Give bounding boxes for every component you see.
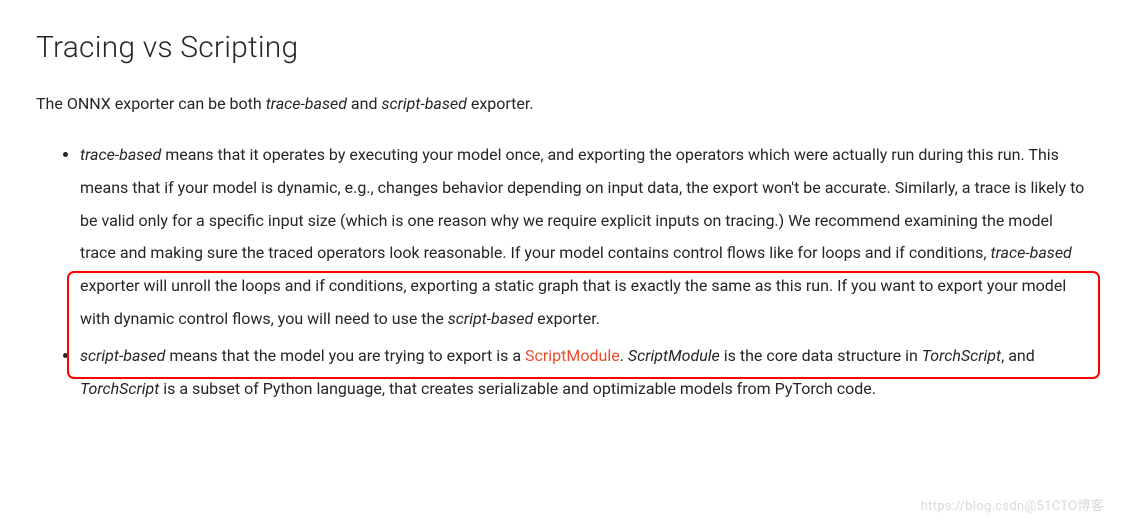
scriptmodule-link[interactable]: ScriptModule	[525, 346, 620, 365]
bullet2-t5: is a subset of Python language, that cre…	[159, 379, 876, 398]
intro-text-mid: and	[347, 94, 382, 113]
bullet2-t4: , and	[1001, 346, 1035, 365]
bullet2-em1: script-based	[80, 346, 165, 365]
watermark-text: https://blog.csdn@51CTO博客	[921, 495, 1104, 514]
list-item: trace-based means that it operates by ex…	[80, 139, 1086, 337]
intro-em1: trace-based	[266, 94, 347, 113]
intro-em2: script-based	[381, 94, 466, 113]
bullet2-em3: TorchScript	[922, 346, 1001, 365]
bullet2-t1: means that the model you are trying to e…	[165, 346, 525, 365]
intro-paragraph: The ONNX exporter can be both trace-base…	[36, 91, 1086, 117]
bullet2-em4: TorchScript	[80, 379, 159, 398]
intro-text-post: exporter.	[467, 94, 534, 113]
bullet2-em2: ScriptModule	[628, 346, 720, 365]
list-item: script-based means that the model you ar…	[80, 340, 1086, 406]
bullet1-t1: means that it operates by executing your…	[80, 145, 1084, 263]
bullet2-t3: is the core data structure in	[720, 346, 922, 365]
intro-text-pre: The ONNX exporter can be both	[36, 94, 266, 113]
page-heading: Tracing vs Scripting	[36, 30, 1086, 65]
bullet2-t2: .	[620, 346, 628, 365]
bullet1-t3: exporter.	[533, 309, 600, 328]
bullet-list: trace-based means that it operates by ex…	[36, 139, 1086, 407]
bullet1-em1: trace-based	[80, 145, 161, 164]
bullet1-em3: script-based	[448, 309, 533, 328]
bullet1-em2: trace-based	[991, 243, 1072, 262]
